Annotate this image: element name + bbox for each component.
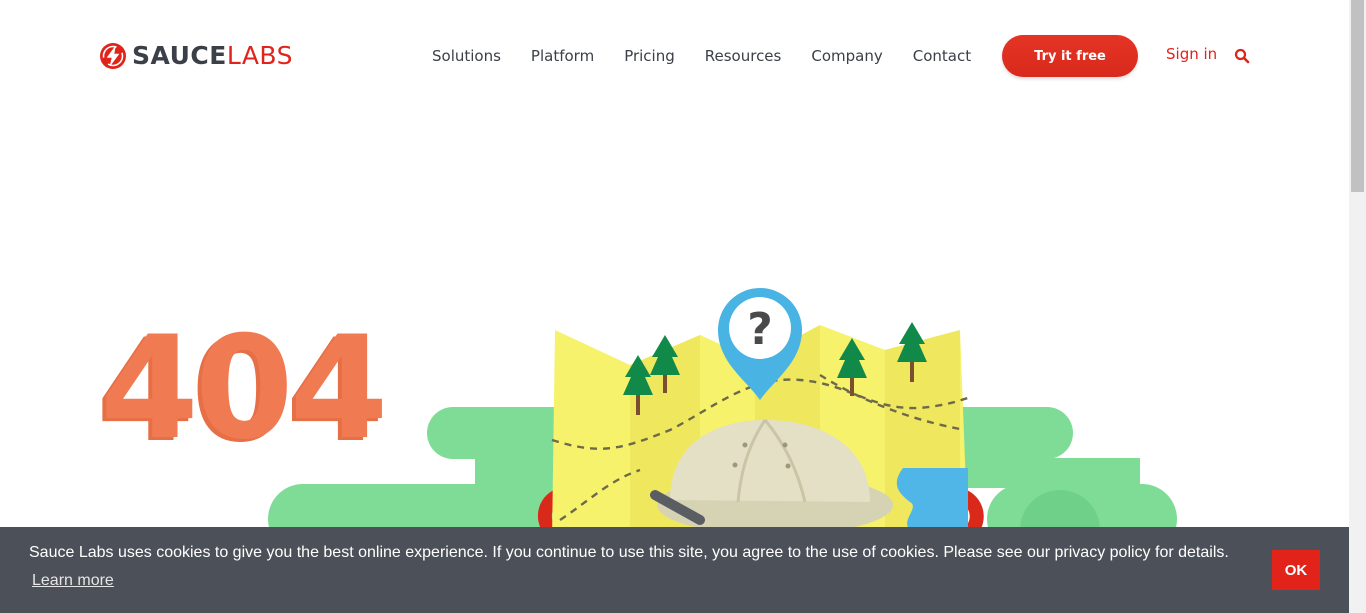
water-area (896, 468, 968, 530)
nav-pricing[interactable]: Pricing (624, 47, 675, 65)
cookie-banner: Sauce Labs uses cookies to give you the … (0, 527, 1349, 613)
logo-text-light: LABS (226, 41, 293, 70)
nav-company[interactable]: Company (811, 47, 882, 65)
scrollbar-thumb[interactable] (1351, 0, 1364, 192)
cookie-ok-button[interactable]: OK (1272, 550, 1320, 590)
page: SAUCELABS Solutions Platform Pricing Res… (0, 0, 1349, 613)
search-icon[interactable] (1234, 48, 1250, 64)
svg-text:?: ? (747, 304, 773, 355)
try-it-free-button[interactable]: Try it free (1002, 35, 1138, 77)
saucelabs-logo[interactable]: SAUCELABS (99, 40, 293, 72)
explorer-map-illustration: ? (268, 288, 1177, 540)
sign-in-link[interactable]: Sign in (1166, 45, 1217, 63)
saucelabs-logo-icon (100, 43, 126, 69)
cookie-message: Sauce Labs uses cookies to give you the … (29, 544, 1229, 561)
vertical-scrollbar[interactable] (1349, 0, 1366, 613)
main-nav: Solutions Platform Pricing Resources Com… (432, 45, 971, 67)
logo-text-bold: SAUCE (132, 41, 227, 70)
nav-platform[interactable]: Platform (531, 47, 594, 65)
nav-solutions[interactable]: Solutions (432, 47, 501, 65)
learn-more-link[interactable]: Learn more (32, 572, 114, 590)
nav-resources[interactable]: Resources (705, 47, 782, 65)
logo-text: SAUCELABS (132, 42, 293, 70)
nav-contact[interactable]: Contact (913, 47, 971, 65)
